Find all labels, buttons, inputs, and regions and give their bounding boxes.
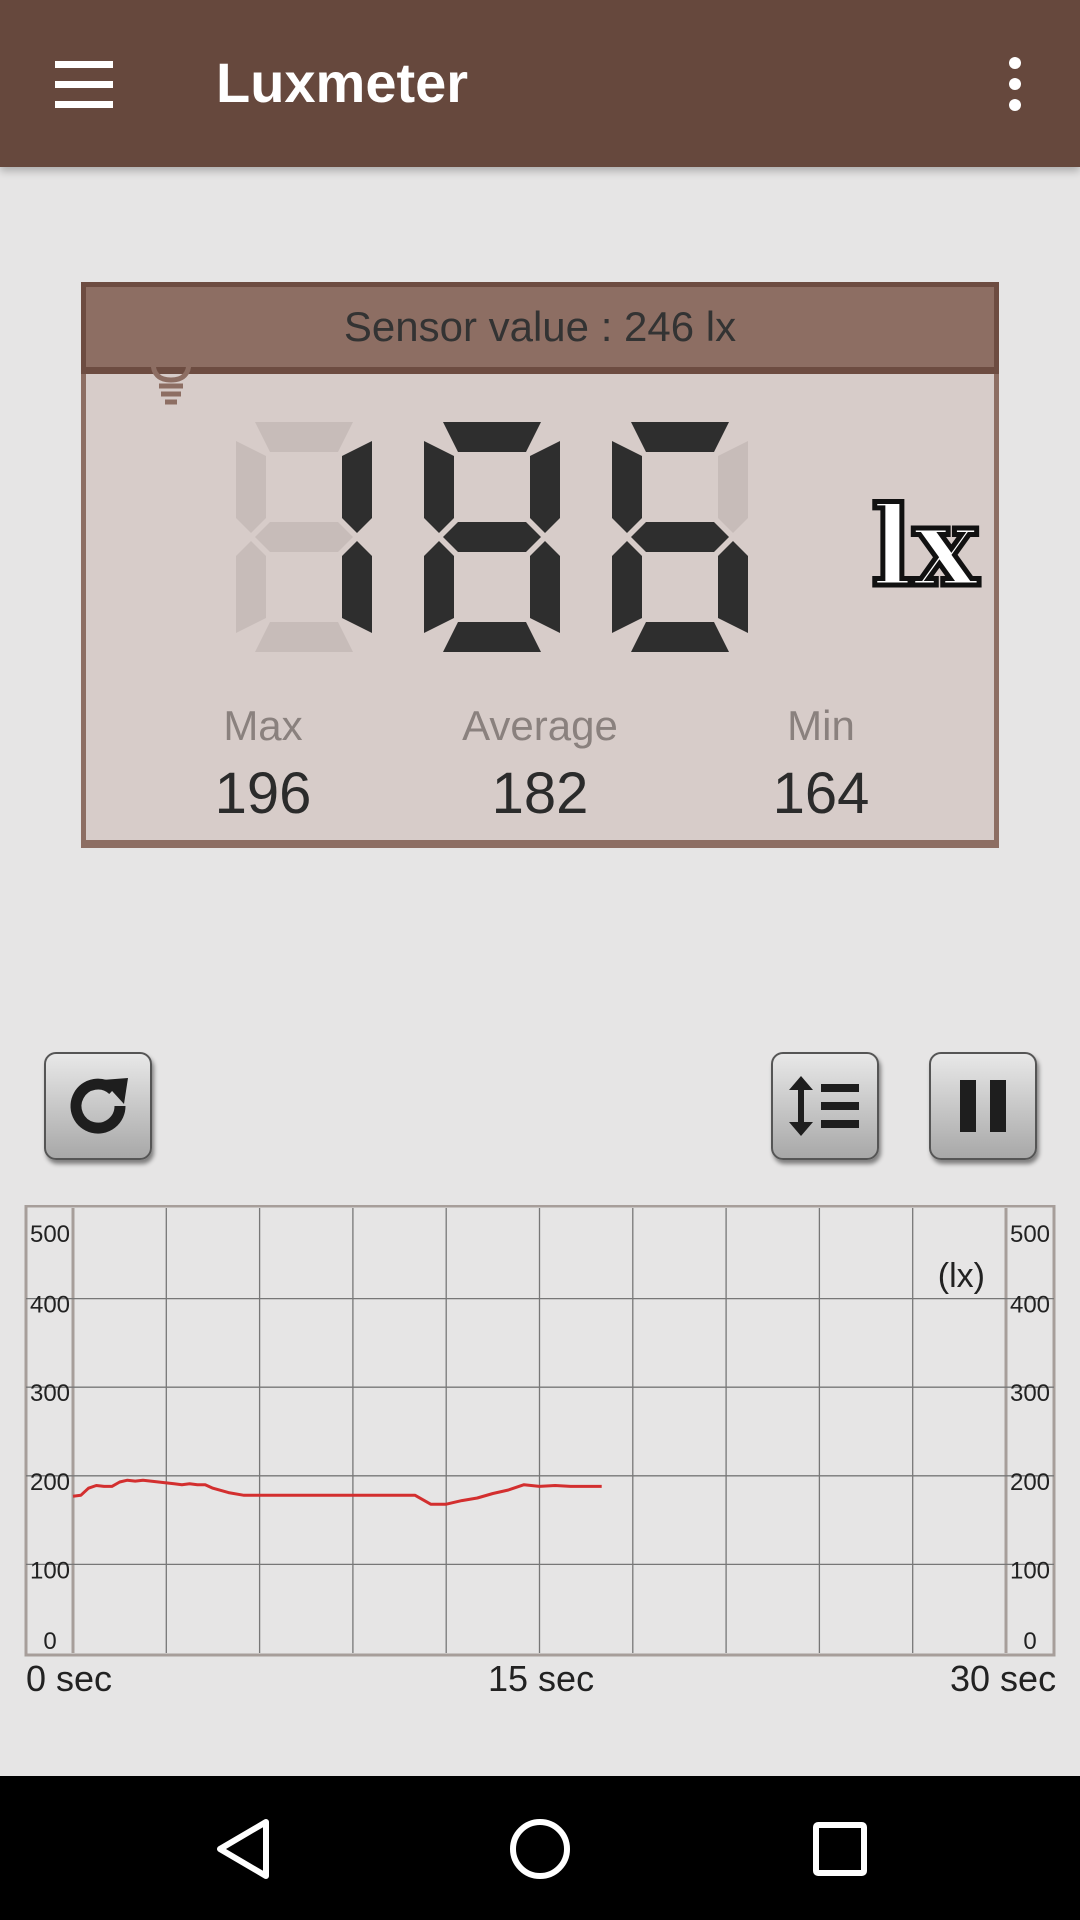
y-tick-label-left: 0 [43, 1628, 56, 1655]
y-tick-label-left: 400 [30, 1292, 70, 1319]
min-label: Min [787, 702, 855, 749]
light-bulb-icon[interactable] [141, 322, 201, 412]
y-tick-label-left: 100 [30, 1557, 70, 1584]
segment-d [255, 622, 353, 652]
app-bar: Luxmeter [0, 0, 1080, 167]
segment-c [530, 541, 560, 633]
sensor-header: Sensor value : 246 lx [81, 282, 999, 374]
y-tick-label-left: 200 [30, 1469, 70, 1496]
lux-history-chart: 0 0 100 100 200 200 300 300 400 400 500 500 (lx) [24, 1205, 1056, 1657]
x-tick-label-start: 0 sec [26, 1658, 113, 1699]
stats-row: Max 196 Average 182 Min 164 [86, 702, 994, 832]
segment-a [631, 422, 729, 452]
reset-button[interactable] [44, 1052, 152, 1160]
segment-b [718, 441, 748, 533]
max-value: 196 [214, 761, 312, 826]
x-tick-label-mid: 15 sec [488, 1658, 595, 1699]
pause-icon [960, 1080, 1006, 1132]
segment-g [443, 522, 541, 552]
recents-icon[interactable] [805, 1814, 875, 1884]
y-tick-label-left: 300 [30, 1380, 70, 1407]
digit-1 [236, 422, 372, 652]
segment-a [255, 422, 353, 452]
segment-e [612, 541, 642, 633]
y-tick-label-right: 400 [1010, 1292, 1050, 1319]
average-value: 182 [491, 761, 589, 826]
segment-f [612, 441, 642, 533]
home-icon[interactable] [505, 1814, 575, 1884]
segment-g [631, 522, 729, 552]
back-icon[interactable] [210, 1814, 280, 1884]
average-stat: Average 182 [415, 702, 665, 827]
digit-2 [424, 422, 560, 652]
chart-unit-label: (lx) [938, 1257, 985, 1295]
refresh-icon [70, 1078, 128, 1134]
min-stat: Min 164 [696, 702, 946, 827]
meter-panel: Sensor value : 246 lx 186 lx Max 196 Ave… [81, 282, 999, 848]
max-stat: Max 196 [138, 702, 388, 827]
y-tick-label-right: 300 [1010, 1380, 1050, 1407]
segment-e [424, 541, 454, 633]
average-label: Average [462, 702, 618, 749]
x-tick-label-end: 30 sec [950, 1658, 1057, 1699]
system-nav-bar [0, 1776, 1080, 1920]
sensor-value-text: Sensor value : 246 lx [343, 303, 737, 350]
segment-c [718, 541, 748, 633]
max-label: Max [223, 702, 303, 749]
y-tick-label-left: 500 [30, 1221, 70, 1248]
digit-3 [612, 422, 748, 652]
scale-button[interactable] [771, 1052, 879, 1160]
min-value: 164 [772, 761, 870, 826]
segment-e [236, 541, 266, 633]
segment-f [236, 441, 266, 533]
lux-unit-label: lx [868, 482, 980, 611]
y-tick-label-right: 200 [1010, 1469, 1050, 1496]
y-tick-label-right: 500 [1010, 1221, 1050, 1248]
segment-c [342, 541, 372, 633]
segment-d [631, 622, 729, 652]
y-tick-label-right: 0 [1023, 1628, 1036, 1655]
segment-b [530, 441, 560, 533]
line-spacing-icon [789, 1076, 859, 1136]
hamburger-menu-icon[interactable] [40, 46, 128, 122]
segment-g [255, 522, 353, 552]
more-vert-icon[interactable] [985, 54, 1045, 114]
segment-b [342, 441, 372, 533]
y-tick-label-right: 100 [1010, 1557, 1050, 1584]
segment-d [443, 622, 541, 652]
app-title: Luxmeter [216, 51, 469, 114]
segment-a [443, 422, 541, 452]
pause-button[interactable] [929, 1052, 1037, 1160]
segment-f [424, 441, 454, 533]
digital-reading [236, 422, 748, 652]
